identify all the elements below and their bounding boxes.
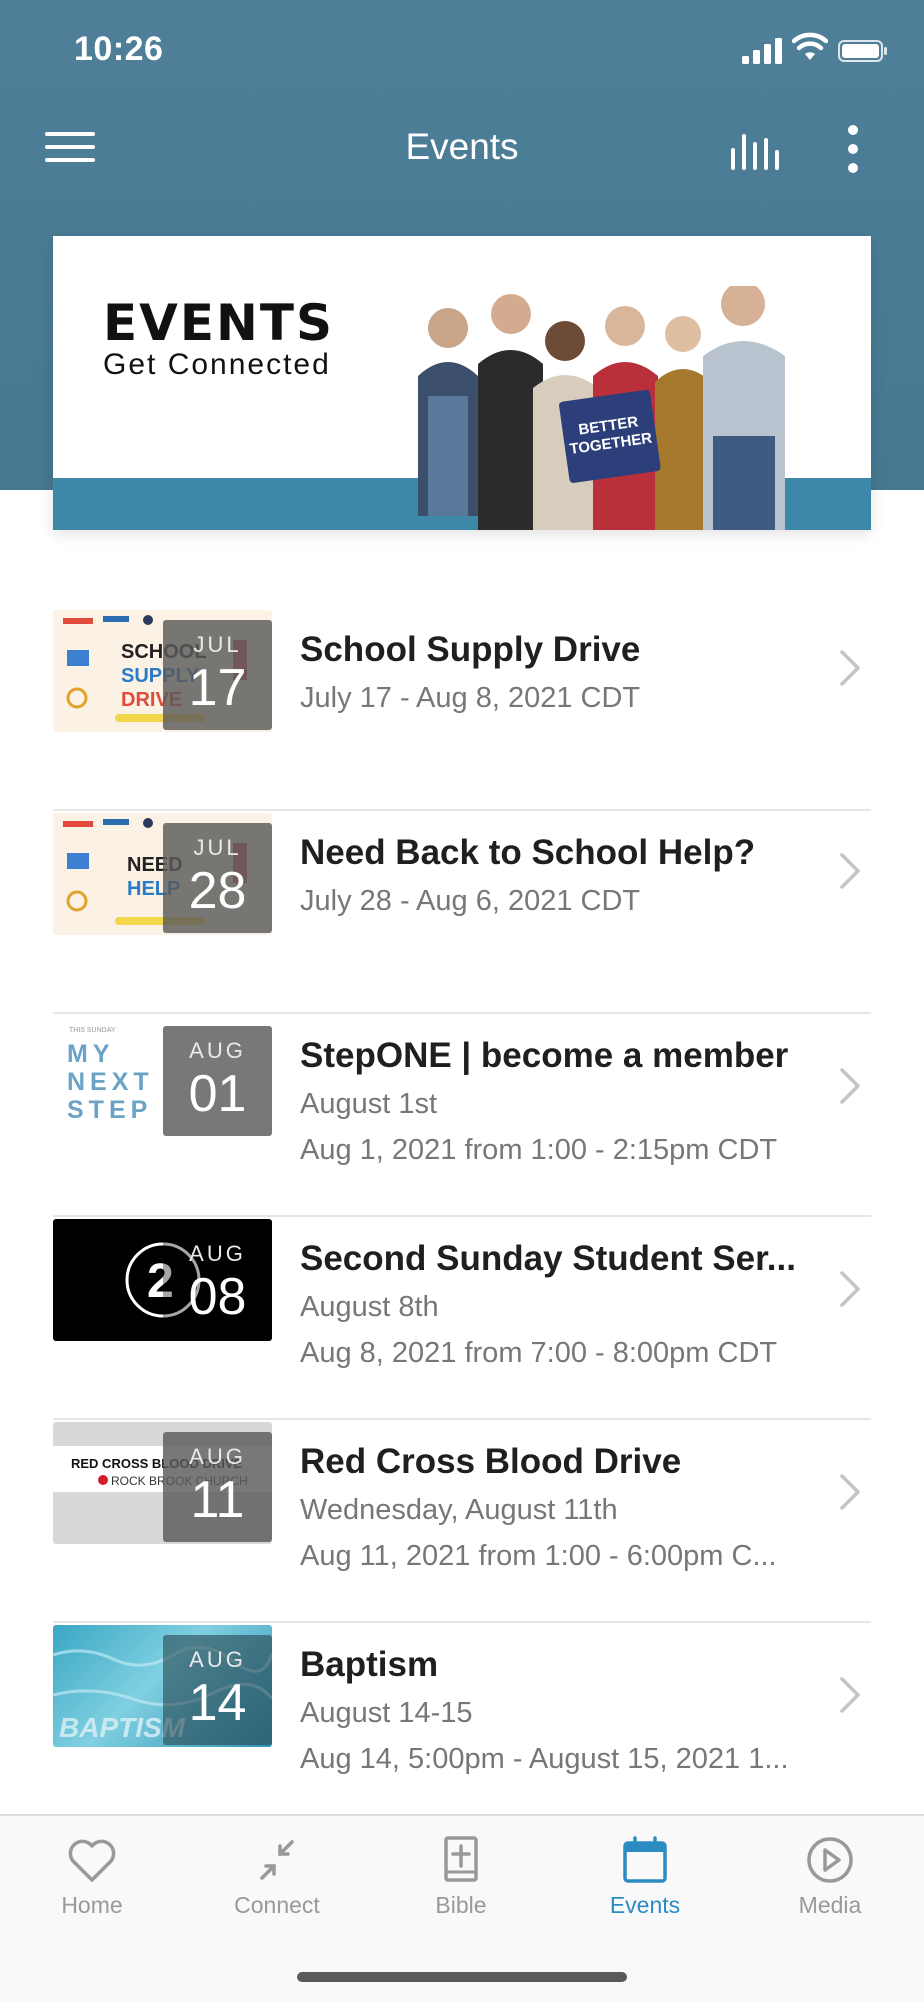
event-date-range: July 17 - Aug 8, 2021 CDT <box>300 682 641 714</box>
event-day: 17 <box>188 659 247 717</box>
event-row-back-to-school-help[interactable]: NEED HELP JUL 28 Need Back to School Hel… <box>0 811 924 1014</box>
group-photo: BETTER TOGETHER <box>418 286 785 530</box>
home-indicator[interactable] <box>297 1972 627 1982</box>
event-date-badge: AUG 11 <box>163 1432 272 1542</box>
chevron-right-icon <box>840 650 860 686</box>
bar-chart-icon[interactable] <box>726 128 784 172</box>
svg-text:NEXT: NEXT <box>67 1068 154 1096</box>
status-bar: 10:26 <box>0 0 924 100</box>
svg-text:STEP: STEP <box>67 1096 152 1124</box>
event-time: Aug 11, 2021 from 1:00 - 6:00pm C... <box>300 1540 777 1572</box>
event-date-badge: JUL 28 <box>163 823 272 933</box>
event-day: 01 <box>188 1065 247 1123</box>
svg-text:MY: MY <box>67 1040 115 1068</box>
svg-text:THIS SUNDAY: THIS SUNDAY <box>69 1027 116 1034</box>
event-title: StepONE | become a member <box>300 1036 789 1075</box>
banner-subtitle: Get Connected <box>103 348 331 381</box>
event-row-school-supply-drive[interactable]: SCHOOL SUPPLY DRIVE JUL 17 School Supply… <box>0 608 924 811</box>
tab-label: Home <box>61 1892 123 1918</box>
tab-connect[interactable]: Connect <box>202 1836 352 1919</box>
tab-label: Bible <box>435 1892 487 1918</box>
tab-home[interactable]: Home <box>17 1836 167 1919</box>
page-title: Events <box>405 126 519 167</box>
event-date: Wednesday, August 11th <box>300 1494 618 1526</box>
tab-label: Media <box>798 1892 862 1918</box>
events-list: SCHOOL SUPPLY DRIVE JUL 17 School Supply… <box>0 608 924 1826</box>
event-date-range: July 28 - Aug 6, 2021 CDT <box>300 885 641 917</box>
event-date-badge: AUG 14 <box>163 1635 272 1745</box>
event-time: Aug 1, 2021 from 1:00 - 2:15pm CDT <box>300 1134 778 1166</box>
tab-bible[interactable]: Bible <box>386 1836 536 1919</box>
tab-label: Connect <box>234 1892 320 1918</box>
event-month: AUG <box>189 1444 246 1469</box>
event-month: AUG <box>189 1647 246 1672</box>
event-month: JUL <box>193 835 242 860</box>
event-day: 11 <box>190 1471 245 1529</box>
event-title: Red Cross Blood Drive <box>300 1442 682 1481</box>
event-date-badge: AUG 01 <box>163 1026 272 1136</box>
event-date: August 8th <box>300 1291 439 1323</box>
event-day: 14 <box>188 1674 247 1732</box>
event-month: AUG <box>189 1241 246 1266</box>
event-time: Aug 14, 5:00pm - August 15, 2021 1... <box>300 1743 789 1775</box>
chevron-right-icon <box>840 1068 860 1104</box>
event-title: Need Back to School Help? <box>300 833 756 872</box>
event-title: School Supply Drive <box>300 630 641 669</box>
calendar-icon <box>623 1836 667 1883</box>
cellular-signal-icon <box>742 38 782 64</box>
event-month: JUL <box>193 632 242 657</box>
event-row-stepone[interactable]: THIS SUNDAY MY NEXT STEP AUG 01 StepONE … <box>0 1014 924 1217</box>
tab-label: Events <box>609 1892 681 1918</box>
status-time: 10:26 <box>74 30 164 68</box>
play-circle-icon <box>807 1837 853 1883</box>
event-date: August 1st <box>300 1088 438 1120</box>
wifi-icon <box>792 32 828 60</box>
tab-media[interactable]: Media <box>755 1836 905 1919</box>
navigation-bar: Events <box>0 100 924 196</box>
connect-arrows-icon <box>260 1840 294 1880</box>
more-options-icon[interactable] <box>838 122 868 176</box>
event-row-red-cross-blood-drive[interactable]: RED CROSS BLOOD DRIVE ROCK BROOK CHURCH … <box>0 1420 924 1623</box>
event-row-second-sunday[interactable]: 2 AUG 08 Second Sunday Student Ser... Au… <box>0 1217 924 1420</box>
banner-title: EVENTS <box>103 294 334 352</box>
event-date-badge: AUG 08 <box>163 1229 272 1339</box>
battery-icon <box>838 40 887 62</box>
chevron-right-icon <box>840 1474 860 1510</box>
chevron-right-icon <box>840 1271 860 1307</box>
chevron-right-icon <box>840 853 860 889</box>
heart-icon <box>68 1839 116 1882</box>
event-row-baptism[interactable]: BAPTISM AUG 14 Baptism August 14-15 Aug … <box>0 1623 924 1826</box>
event-date: August 14-15 <box>300 1697 473 1729</box>
events-banner: EVENTS Get Connected BETTER TOGETHER <box>53 236 871 530</box>
event-title: Second Sunday Student Ser... <box>300 1239 796 1278</box>
tab-events[interactable]: Events <box>570 1836 720 1919</box>
chevron-right-icon <box>840 1677 860 1713</box>
bible-icon <box>444 1836 478 1882</box>
event-date-badge: JUL 17 <box>163 620 272 730</box>
event-month: AUG <box>189 1038 246 1063</box>
event-title: Baptism <box>300 1645 439 1684</box>
event-time: Aug 8, 2021 from 7:00 - 8:00pm CDT <box>300 1337 778 1369</box>
event-day: 28 <box>188 862 247 920</box>
event-day: 08 <box>188 1268 247 1326</box>
